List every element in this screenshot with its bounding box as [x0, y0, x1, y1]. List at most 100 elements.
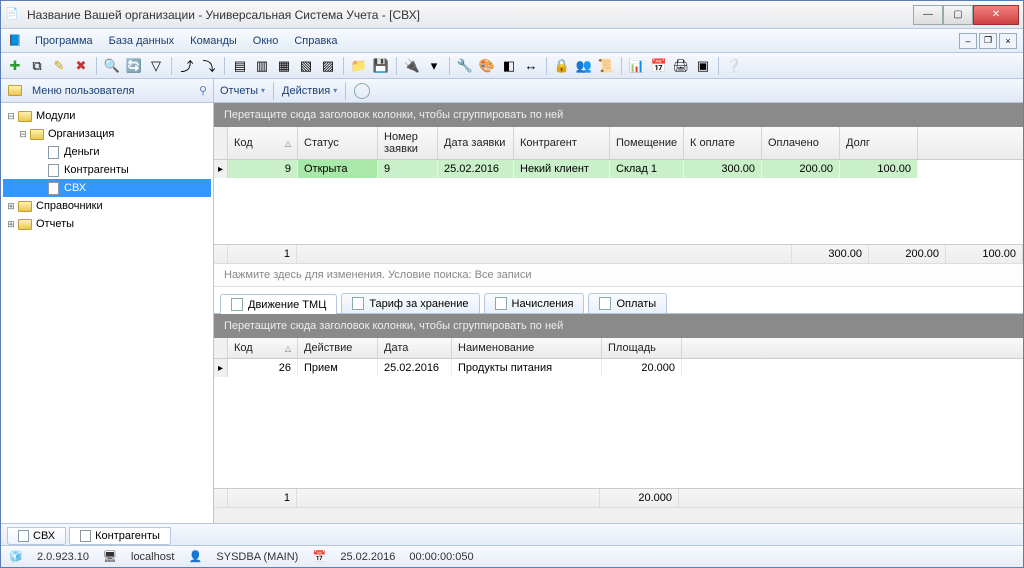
- tab-tariff[interactable]: Тариф за хранение: [341, 293, 479, 313]
- detail-table-row[interactable]: ▸ 26 Прием 25.02.2016 Продукты питания 2…: [214, 359, 1023, 377]
- export-icon[interactable]: ⤴: [177, 56, 197, 76]
- menu-commands[interactable]: Команды: [182, 32, 245, 50]
- color-icon[interactable]: ◧: [499, 56, 519, 76]
- plug-icon[interactable]: 🔌: [402, 56, 422, 76]
- dcol-name[interactable]: Наименование: [452, 338, 602, 358]
- mdi-tab-contractors[interactable]: Контрагенты: [69, 527, 171, 545]
- folder-icon: [7, 84, 23, 98]
- toolbar-sep: [224, 57, 225, 75]
- play-icon[interactable]: ▣: [693, 56, 713, 76]
- col-debt[interactable]: Долг: [840, 127, 918, 159]
- dcol-area[interactable]: Площадь: [602, 338, 682, 358]
- delete-icon[interactable]: ✖: [71, 56, 91, 76]
- grid5-icon[interactable]: ▨: [318, 56, 338, 76]
- search-icon[interactable]: 🔍: [102, 56, 122, 76]
- print-icon[interactable]: 🖨: [671, 56, 691, 76]
- menubar: 📘 Программа База данных Команды Окно Спр…: [1, 29, 1023, 53]
- palette-icon[interactable]: 🎨: [477, 56, 497, 76]
- sum-spacer: [296, 245, 792, 263]
- col-room[interactable]: Помещение: [610, 127, 684, 159]
- import-icon[interactable]: ⤵: [199, 56, 219, 76]
- tree-label: Справочники: [36, 200, 103, 212]
- sum-paid: 200.00: [868, 245, 946, 263]
- help-icon[interactable]: ❔: [724, 56, 744, 76]
- table-row[interactable]: ▸ 9 Открыта 9 25.02.2016 Некий клиент Ск…: [214, 160, 1023, 178]
- dcol-code[interactable]: Код△: [228, 338, 298, 358]
- menu-database[interactable]: База данных: [101, 32, 183, 50]
- minimize-button[interactable]: —: [913, 5, 943, 25]
- toolbar-sep: [343, 57, 344, 75]
- reports-dropdown[interactable]: Отчеты: [220, 85, 265, 97]
- tab-movement[interactable]: Движение ТМЦ: [220, 294, 337, 314]
- tree-references[interactable]: ⊞Справочники: [3, 197, 211, 215]
- chart-icon[interactable]: 📊: [627, 56, 647, 76]
- lock-icon[interactable]: 🔒: [552, 56, 572, 76]
- tab-charges[interactable]: Начисления: [484, 293, 585, 313]
- search-condition[interactable]: Нажмите здесь для изменения. Условие пои…: [214, 263, 1023, 287]
- grid3-icon[interactable]: ▦: [274, 56, 294, 76]
- col-topay[interactable]: К оплате: [684, 127, 762, 159]
- tab-payments[interactable]: Оплаты: [588, 293, 667, 313]
- col-number[interactable]: Номер заявки: [378, 127, 438, 159]
- server-icon: 🖥: [103, 550, 117, 564]
- menu-help[interactable]: Справка: [286, 32, 345, 50]
- close-button[interactable]: ✕: [973, 5, 1019, 25]
- detail-group-hint[interactable]: Перетащите сюда заголовок колонки, чтобы…: [214, 314, 1023, 338]
- toolbar-sep: [718, 57, 719, 75]
- mdi-close-button[interactable]: ×: [999, 33, 1017, 49]
- sum-count: 1: [227, 245, 297, 263]
- menu-window[interactable]: Окно: [245, 32, 287, 50]
- detail-grid-empty: [214, 377, 1023, 488]
- add-icon[interactable]: ✚: [5, 56, 25, 76]
- clock-icon[interactable]: [354, 83, 370, 99]
- sum-debt: 100.00: [945, 245, 1023, 263]
- col-label: Код: [234, 137, 253, 149]
- user-icon: 👤: [188, 550, 202, 564]
- col-status[interactable]: Статус: [298, 127, 378, 159]
- tree-money[interactable]: Деньги: [3, 143, 211, 161]
- resize-icon[interactable]: ↔: [521, 56, 541, 76]
- col-paid[interactable]: Оплачено: [762, 127, 840, 159]
- edit-icon[interactable]: ✎: [49, 56, 69, 76]
- script-icon[interactable]: 📜: [596, 56, 616, 76]
- actions-dropdown[interactable]: Действия: [282, 85, 337, 97]
- grid4-icon[interactable]: ▧: [296, 56, 316, 76]
- folder-icon[interactable]: 📁: [349, 56, 369, 76]
- calendar-icon[interactable]: 📅: [649, 56, 669, 76]
- tab-label: Тариф за хранение: [369, 298, 468, 310]
- tree-contractors[interactable]: Контрагенты: [3, 161, 211, 179]
- wrench-icon[interactable]: 🔧: [455, 56, 475, 76]
- copy-icon[interactable]: ⧉: [27, 56, 47, 76]
- maximize-button[interactable]: ▢: [943, 5, 973, 25]
- status-user: SYSDBA (MAIN): [216, 551, 298, 563]
- dcol-date[interactable]: Дата: [378, 338, 452, 358]
- refresh-icon[interactable]: 🔄: [124, 56, 144, 76]
- col-date[interactable]: Дата заявки: [438, 127, 514, 159]
- toolbar-sep: [345, 82, 346, 100]
- tree-svh[interactable]: СВХ: [3, 179, 211, 197]
- col-code[interactable]: Код△: [228, 127, 298, 159]
- plug-drop-icon[interactable]: ▾: [424, 56, 444, 76]
- mdi-restore-button[interactable]: ❐: [979, 33, 997, 49]
- pin-icon[interactable]: ⚲: [199, 84, 207, 97]
- mdi-minimize-button[interactable]: –: [959, 33, 977, 49]
- h-scrollbar[interactable]: [214, 507, 1023, 523]
- group-hint[interactable]: Перетащите сюда заголовок колонки, чтобы…: [214, 103, 1023, 127]
- mdi-tab-svh[interactable]: СВХ: [7, 527, 66, 545]
- current-row-indicator: ▸: [214, 359, 228, 377]
- save-icon[interactable]: 💾: [371, 56, 391, 76]
- app-menu-icon[interactable]: 📘: [6, 32, 24, 50]
- col-contractor[interactable]: Контрагент: [514, 127, 610, 159]
- menu-program[interactable]: Программа: [27, 32, 101, 50]
- filter-icon[interactable]: ▽: [146, 56, 166, 76]
- summary-row: 1 300.00 200.00 100.00: [214, 244, 1023, 263]
- users-icon[interactable]: 👥: [574, 56, 594, 76]
- tree-reports[interactable]: ⊞Отчеты: [3, 215, 211, 233]
- grid2-icon[interactable]: ▥: [252, 56, 272, 76]
- tree-modules[interactable]: ⊟Модули: [3, 107, 211, 125]
- dcol-action[interactable]: Действие: [298, 338, 378, 358]
- grid1-icon[interactable]: ▤: [230, 56, 250, 76]
- tree-organization[interactable]: ⊟Организация: [3, 125, 211, 143]
- calendar-icon: 📅: [312, 550, 326, 564]
- doc-icon: [352, 297, 364, 310]
